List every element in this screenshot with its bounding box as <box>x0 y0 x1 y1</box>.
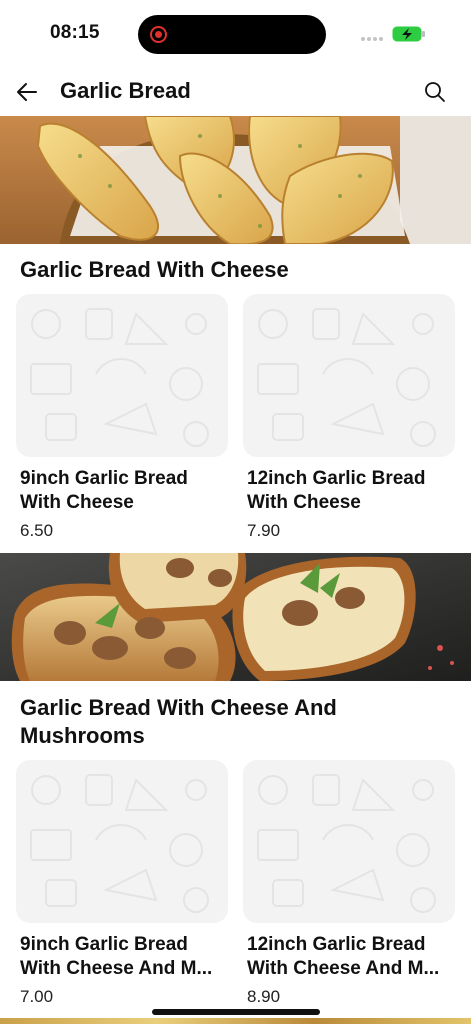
menu-item-card[interactable]: 12inch Garlic Bread With Cheese 7.90 <box>243 294 455 541</box>
signal-icon <box>361 37 385 43</box>
recording-icon <box>150 26 167 43</box>
search-icon[interactable] <box>423 80 447 104</box>
mushroom-bread-photo <box>0 553 471 681</box>
category-banner-garlic-bread <box>0 116 471 244</box>
dynamic-island <box>138 15 326 54</box>
food-pattern-placeholder <box>16 760 228 923</box>
section-title: Garlic Bread With Cheese <box>20 257 289 282</box>
battery-charging-icon <box>392 26 425 42</box>
food-pattern-placeholder <box>243 294 455 457</box>
menu-item-price: 7.90 <box>247 521 281 540</box>
status-time: 08:15 <box>50 22 100 43</box>
page-title: Garlic Bread <box>60 78 191 103</box>
next-banner-peek <box>0 1018 471 1024</box>
menu-item-card[interactable]: 9inch Garlic Bread With Cheese 6.50 <box>16 294 228 541</box>
menu-item-price: 8.90 <box>247 987 281 1006</box>
menu-item-price: 7.00 <box>20 987 54 1006</box>
menu-item-name: 9inch Garlic Bread With Cheese <box>20 468 188 513</box>
category-banner-mushroom-bread <box>0 553 471 681</box>
menu-item-price: 6.50 <box>20 521 54 540</box>
status-bar: 08:15 <box>0 0 471 68</box>
menu-item-card[interactable]: 12inch Garlic Bread With Cheese And M...… <box>243 760 455 1007</box>
food-pattern-placeholder <box>243 760 455 923</box>
menu-item-card[interactable]: 9inch Garlic Bread With Cheese And M... … <box>16 760 228 1007</box>
arrow-left-icon[interactable] <box>14 80 40 104</box>
section-title: Garlic Bread With Cheese And Mushrooms <box>20 695 337 748</box>
garlic-bread-photo <box>0 116 471 244</box>
menu-item-name: 9inch Garlic Bread With Cheese And M... <box>20 934 213 979</box>
app-header: Garlic Bread <box>0 68 471 116</box>
menu-item-name: 12inch Garlic Bread With Cheese <box>247 468 426 513</box>
home-indicator[interactable] <box>152 1009 320 1015</box>
menu-item-name: 12inch Garlic Bread With Cheese And M... <box>247 934 440 979</box>
food-pattern-placeholder <box>16 294 228 457</box>
